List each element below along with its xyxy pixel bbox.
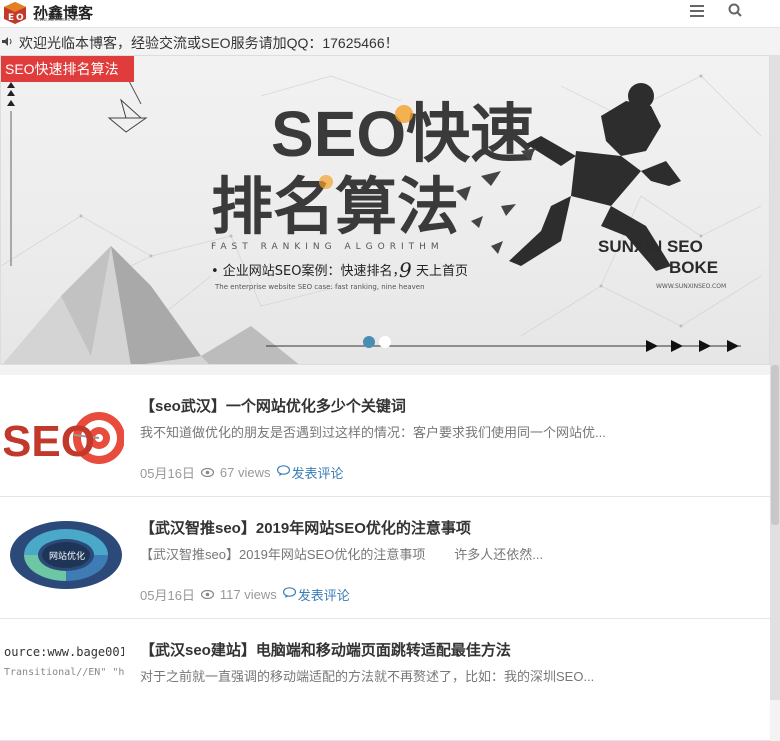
- banner-brand-url: WWW.SUNXINSEO.COM: [656, 283, 726, 290]
- banner-en-subtitle: FAST RANKING ALGORITHM: [211, 242, 444, 252]
- comment-icon[interactable]: [282, 587, 296, 602]
- article-thumbnail[interactable]: 网站优化: [4, 515, 124, 595]
- article-title[interactable]: 【武汉seo建站】电脑端和移动端页面跳转适配最佳方法: [140, 639, 511, 660]
- banner-category-tag[interactable]: SEO快速排名算法: [1, 56, 134, 82]
- comment-icon[interactable]: [276, 465, 290, 480]
- article-excerpt: 我不知道做优化的朋友是否遇到过这样的情况：客户要求我们使用同一个网站优...: [140, 425, 606, 440]
- slide-dot-1[interactable]: [363, 336, 375, 348]
- article-date: 05月16日: [140, 466, 195, 481]
- article-excerpt: 对于之前就一直强调的移动端适配的方法就不再赘述了，比如：我的深圳SEO...: [140, 669, 595, 684]
- article-thumbnail[interactable]: SEO: [4, 393, 124, 473]
- article-views: 67 views: [219, 465, 271, 480]
- comment-link[interactable]: 发表评论: [298, 585, 350, 604]
- article-list: SEO 【seo武汉】一个网站优化多少个关键词 我不知道做优化的朋友是否遇到过这…: [0, 375, 770, 741]
- article-date: 05月16日: [140, 588, 195, 603]
- article-excerpt: 【武汉智推seo】2019年网站SEO优化的注意事项 许多人还依然...: [140, 547, 544, 562]
- article-item[interactable]: 网站优化 【武汉智推seo】2019年网站SEO优化的注意事项 【武汉智推seo…: [0, 497, 770, 619]
- comment-link[interactable]: 发表评论: [292, 463, 344, 482]
- scrollbar[interactable]: [770, 55, 780, 700]
- banner-brand-1: SUNXIN SEO: [598, 237, 703, 256]
- logo-icon: E O: [4, 2, 26, 24]
- logo-url: www.sunxinseo.com: [36, 17, 82, 23]
- speaker-icon: [1, 36, 15, 50]
- search-icon[interactable]: [724, 2, 746, 24]
- banner-brand-2: BOKE: [669, 258, 718, 277]
- article-item[interactable]: SEO 【seo武汉】一个网站优化多少个关键词 我不知道做优化的朋友是否遇到过这…: [0, 375, 770, 497]
- svg-text:E: E: [8, 13, 14, 23]
- banner-case-number: 9: [399, 258, 412, 282]
- svg-text:O: O: [16, 13, 24, 23]
- article-thumbnail[interactable]: ource:www.bage001.c Transitional//EN" "h…: [4, 637, 124, 717]
- article-title[interactable]: 【seo武汉】一个网站优化多少个关键词: [140, 395, 406, 416]
- notice-bar: 欢迎光临本博客，经验交流或SEO服务请加QQ：17625466！: [0, 31, 780, 55]
- article-meta: 05月16日 67 views 发表评论: [140, 463, 344, 482]
- eye-icon: [200, 466, 215, 480]
- article-item[interactable]: ource:www.bage001.c Transitional//EN" "h…: [0, 619, 770, 741]
- thumb-code-line-2: Transitional//EN" "http: [4, 667, 124, 678]
- article-views: 117 views: [219, 587, 277, 602]
- banner-case-text: • 企业网站SEO案例：快速排名，: [211, 263, 406, 279]
- eye-icon: [200, 588, 215, 602]
- slide-dot-2[interactable]: [379, 336, 391, 348]
- article-meta: 05月16日 117 views 发表评论: [140, 585, 350, 604]
- thumb-seo-text: SEO: [4, 417, 95, 466]
- site-logo[interactable]: E O 孙鑫博客 www.sunxinseo.com: [0, 0, 110, 26]
- hero-banner[interactable]: SEO快速排名算法 SEO快速 排名算法 FAST RANKING ALGORI…: [0, 55, 770, 365]
- article-title[interactable]: 【武汉智推seo】2019年网站SEO优化的注意事项: [140, 517, 471, 538]
- banner-case-tail: 天上首页: [416, 264, 468, 279]
- slide-indicator: [363, 336, 391, 348]
- banner-headline-2: 排名算法: [211, 173, 459, 242]
- thumb-center-text: 网站优化: [49, 550, 85, 562]
- thumb-code-line-1: ource:www.bage001.c: [4, 645, 124, 659]
- banner-case-en: The enterprise website SEO case: fast ra…: [214, 283, 425, 291]
- banner-artwork: SEO快速 排名算法 FAST RANKING ALGORITHM • 企业网站…: [1, 74, 762, 364]
- scrollbar-thumb[interactable]: [771, 365, 779, 525]
- header-bar: E O 孙鑫博客 www.sunxinseo.com: [0, 0, 780, 28]
- menu-icon[interactable]: [686, 2, 708, 24]
- notice-text: 欢迎光临本博客，经验交流或SEO服务请加QQ：17625466！: [19, 35, 399, 51]
